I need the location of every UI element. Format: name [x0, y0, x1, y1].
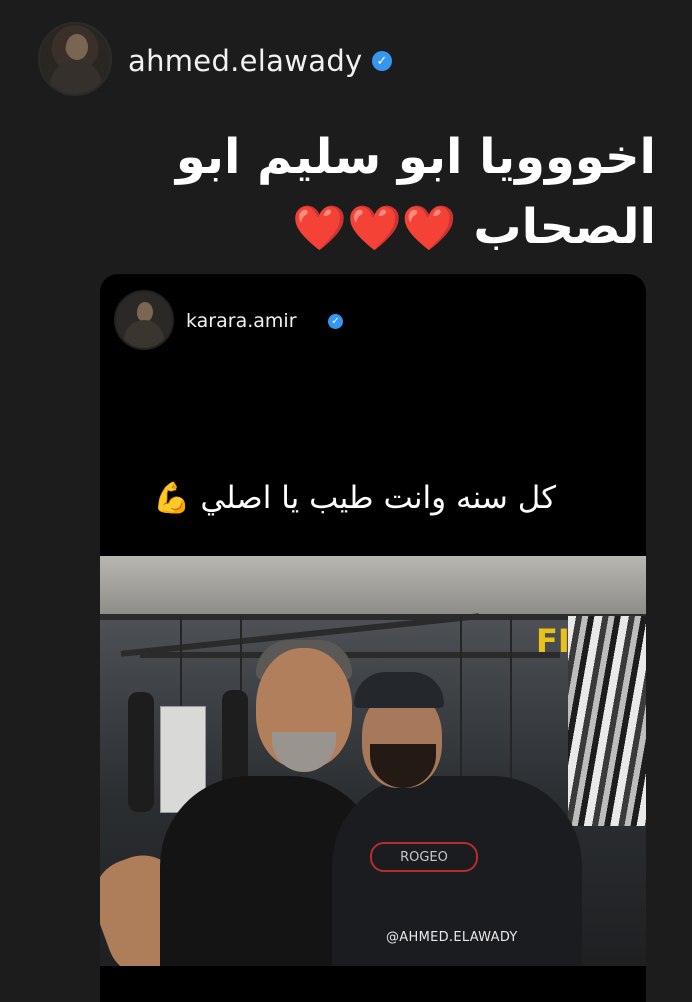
- hearts-icon: ❤️❤️❤️: [292, 203, 457, 254]
- shared-story-card[interactable]: karara.amir ✓ كل سنه وانت طيب يا اصلي 💪 …: [100, 274, 646, 1002]
- shared-avatar[interactable]: [114, 290, 174, 350]
- flexed-biceps-icon: 💪: [153, 481, 191, 516]
- truss-beam-2: [140, 652, 560, 658]
- person-right-cap: [354, 672, 444, 708]
- shared-verified-badge-icon: ✓: [328, 314, 343, 329]
- profile-avatar[interactable]: [38, 22, 112, 96]
- gym-sign: FI: [536, 622, 570, 660]
- shared-avatar-torso: [124, 320, 164, 348]
- story-overlay-text: كل سنه وانت طيب يا اصلي 💪: [136, 480, 556, 516]
- username[interactable]: ahmed.elawady: [128, 44, 363, 78]
- person-left-beard: [272, 732, 336, 772]
- story-text: كل سنه وانت طيب يا اصلي: [200, 480, 556, 516]
- shared-story-header: karara.amir ✓: [100, 274, 646, 364]
- verified-badge-icon: ✓: [372, 51, 392, 71]
- wall-mural: [568, 616, 646, 826]
- avatar-head: [66, 34, 88, 60]
- shared-username[interactable]: karara.amir: [186, 310, 297, 332]
- story-caption: اخووويا ابو سليم ابو الصحاب ❤️❤️❤️: [56, 122, 656, 264]
- avatar-body: [50, 60, 102, 94]
- gym-ceiling: [100, 556, 646, 616]
- shirt-logo: ROGEO: [370, 842, 478, 872]
- story-header: ahmed.elawady ✓: [0, 0, 692, 120]
- punching-bag: [128, 692, 154, 812]
- shared-avatar-face: [137, 302, 153, 322]
- photo-watermark: @AHMED.ELAWADY: [386, 930, 518, 945]
- gym-selfie-photo: FI ROGEO: [100, 556, 646, 966]
